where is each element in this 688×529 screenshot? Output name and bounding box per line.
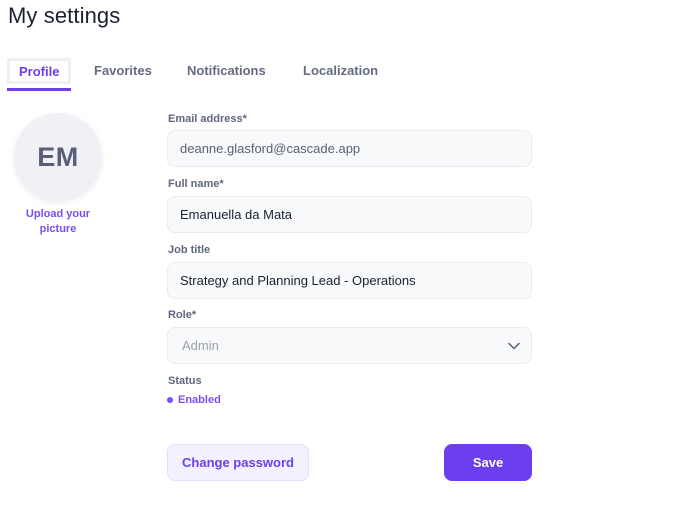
- role-label: Role*: [168, 309, 197, 321]
- role-value: Admin: [182, 338, 219, 353]
- full-name-field[interactable]: Emanuella da Mata: [167, 196, 532, 233]
- tab-label: Notifications: [187, 63, 266, 78]
- chevron-down-icon: [508, 342, 520, 350]
- change-password-button[interactable]: Change password: [167, 444, 309, 481]
- status-label: Status: [168, 375, 202, 387]
- save-button[interactable]: Save: [444, 444, 532, 481]
- tab-notifications[interactable]: Notifications: [178, 58, 275, 91]
- tab-label: Profile: [7, 58, 72, 84]
- status-value: Enabled: [178, 394, 221, 406]
- upload-picture-link[interactable]: Upload your picture: [8, 207, 108, 237]
- status-badge: Enabled: [167, 394, 221, 406]
- page-title: My settings: [8, 3, 121, 28]
- tab-favorites[interactable]: Favorites: [85, 58, 161, 91]
- tab-profile[interactable]: Profile: [7, 58, 72, 91]
- tab-localization[interactable]: Localization: [294, 58, 387, 91]
- status-dot-icon: [167, 397, 173, 403]
- email-field[interactable]: deanne.glasford@cascade.app: [167, 130, 532, 167]
- avatar-initials: EM: [37, 141, 79, 172]
- tab-label: Localization: [303, 63, 379, 78]
- full-name-label: Full name*: [168, 178, 224, 190]
- active-tab-indicator: [7, 88, 72, 91]
- avatar[interactable]: EM: [14, 113, 102, 201]
- email-label: Email address*: [168, 113, 247, 125]
- job-title-field[interactable]: Strategy and Planning Lead - Operations: [167, 262, 532, 299]
- role-select[interactable]: Admin: [167, 327, 532, 364]
- tab-label: Favorites: [94, 63, 152, 78]
- job-title-label: Job title: [168, 244, 211, 256]
